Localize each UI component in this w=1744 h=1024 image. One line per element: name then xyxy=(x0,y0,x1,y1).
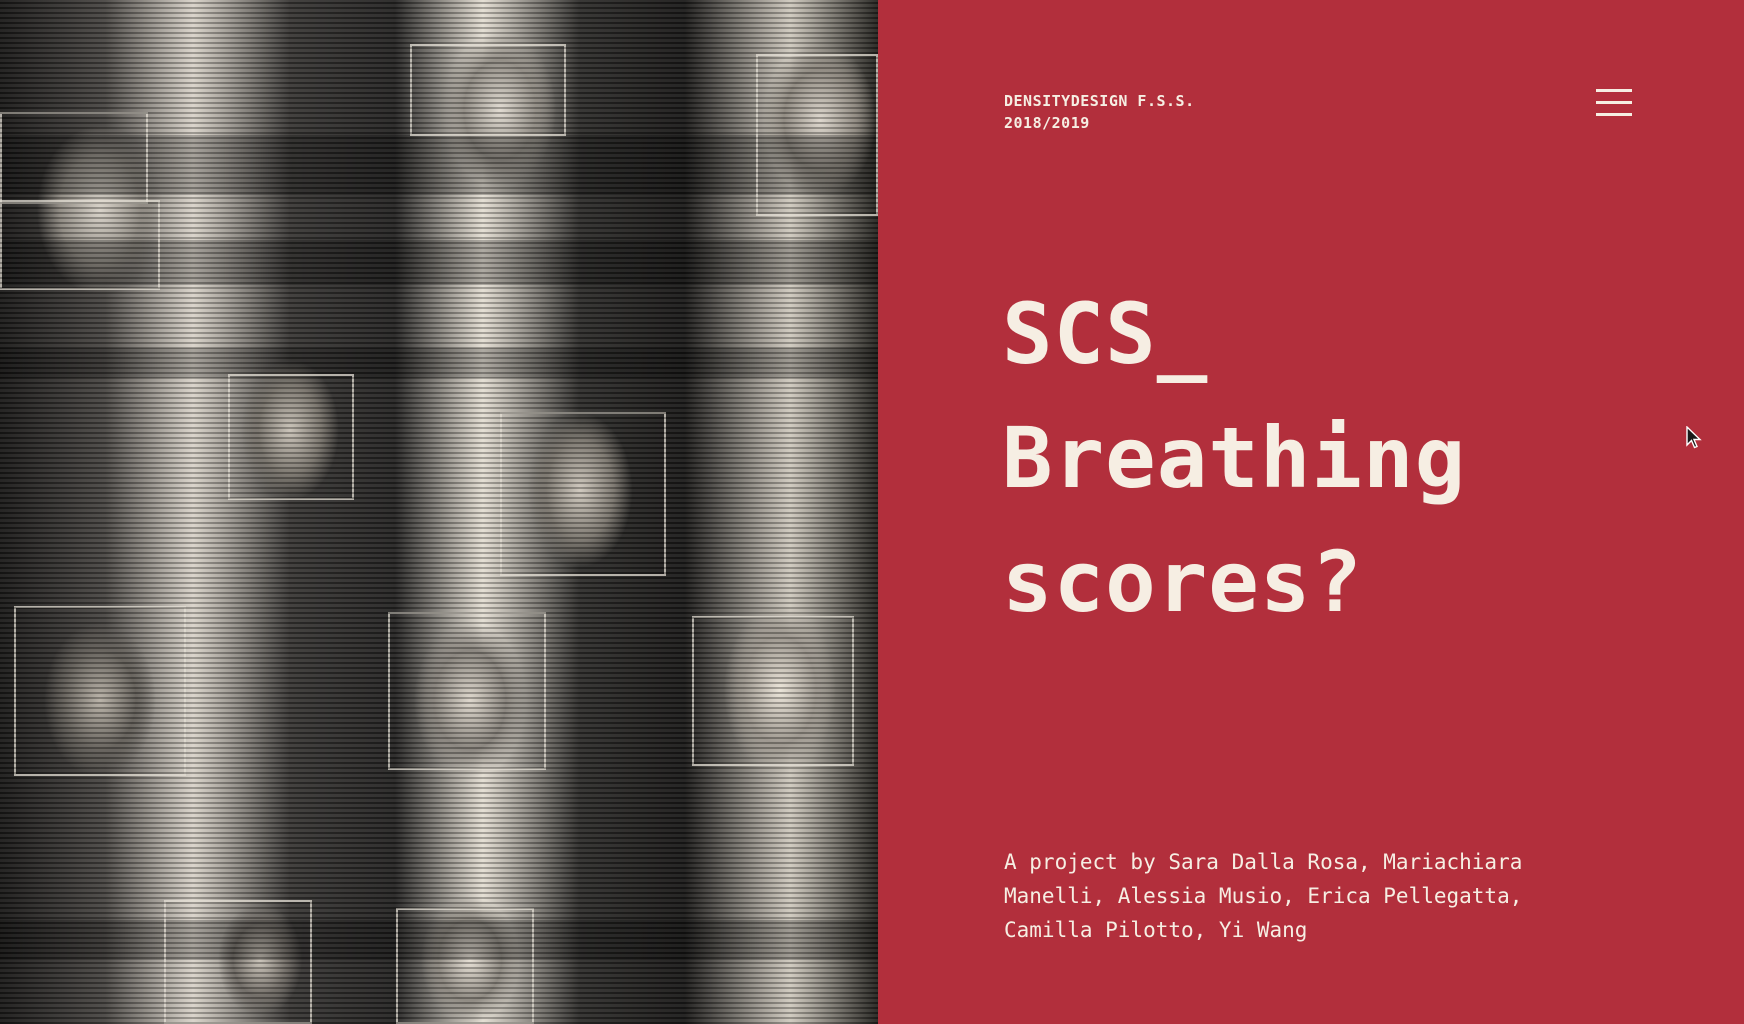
project-credits: A project by Sara Dalla Rosa, Mariachiar… xyxy=(1004,850,1523,942)
brand-year: 2018/2019 xyxy=(1004,114,1090,132)
info-panel: DENSITYDESIGN F.S.S. 2018/2019 SCS_ Brea… xyxy=(878,0,1744,1024)
title-line-1: SCS_ xyxy=(1002,285,1209,383)
hamburger-menu-icon[interactable] xyxy=(1596,86,1632,120)
menu-bar xyxy=(1596,89,1632,92)
title-line-2: Breathing xyxy=(1002,409,1467,507)
mouse-pointer-icon xyxy=(1686,426,1702,449)
menu-bar xyxy=(1596,113,1632,116)
scanline-overlay xyxy=(0,0,878,1024)
hero-photo-collage xyxy=(0,0,878,1024)
brand-name: DENSITYDESIGN F.S.S. xyxy=(1004,92,1195,110)
page-title: SCS_ Breathing scores? xyxy=(1002,272,1466,644)
landing-page: DENSITYDESIGN F.S.S. 2018/2019 SCS_ Brea… xyxy=(0,0,1744,1024)
title-line-3: scores? xyxy=(1002,533,1364,631)
menu-bar xyxy=(1596,101,1632,104)
brand-label[interactable]: DENSITYDESIGN F.S.S. 2018/2019 xyxy=(1004,90,1195,134)
